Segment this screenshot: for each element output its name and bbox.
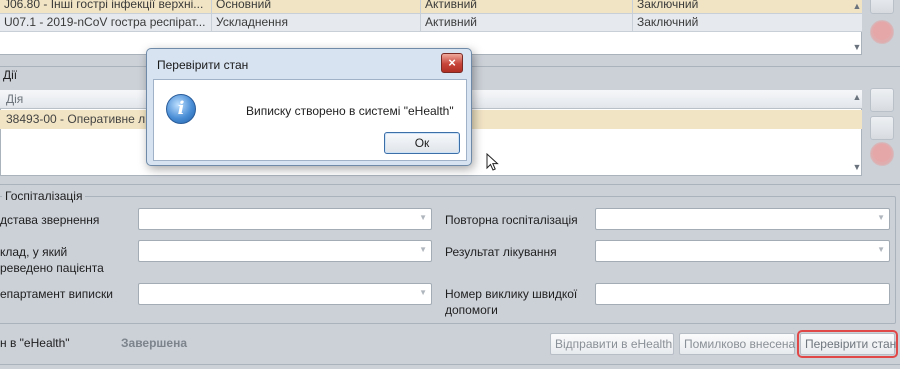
diagnosis-kind: Заключний <box>637 15 699 29</box>
check-status-dialog: Перевірити стан × i Виписку створено в с… <box>146 48 472 166</box>
reason-select[interactable]: ▼ <box>138 208 432 230</box>
repeat-hospitalization-label: Повторна госпіталізація <box>445 213 578 227</box>
scroll-up-icon[interactable]: ▲ <box>852 92 862 102</box>
discharge-department-select[interactable]: ▼ <box>138 283 432 305</box>
repeat-hospitalization-select[interactable]: ▼ <box>595 208 890 230</box>
dialog-body: i Виписку створено в системі "eHealth" О… <box>153 79 467 161</box>
mouse-cursor-icon <box>486 153 499 171</box>
diagnoses-grid: J06.80 - Інші гострі інфекції верхні... … <box>0 0 862 55</box>
hospitalization-group-title: Госпіталізація <box>2 189 86 203</box>
discharge-department-label: епартамент виписки <box>0 287 113 301</box>
dialog-title: Перевірити стан <box>157 58 249 72</box>
treatment-result-label: Результат лікування <box>445 245 557 259</box>
diagnosis-status: Активний <box>425 15 477 29</box>
reason-label: дстава звернення <box>0 213 100 227</box>
scroll-down-icon[interactable]: ▼ <box>852 42 862 52</box>
diagnosis-status: Активний <box>425 0 477 11</box>
diagnosis-type: Основний <box>216 0 272 11</box>
ambulance-call-label-line2: допомоги <box>445 303 498 317</box>
scroll-up-icon[interactable]: ▲ <box>852 1 862 11</box>
diagnosis-code: U07.1 - 2019-nCoV гостра респірат... <box>4 15 206 29</box>
department-transfer-label-line2: реведено пацієнта <box>0 261 104 275</box>
ok-button[interactable]: Ок <box>384 132 460 154</box>
mark-mistaken-button[interactable]: Помилково внесена <box>679 333 795 355</box>
ambulance-call-label: Номер виклику швидкої <box>445 287 578 301</box>
close-icon[interactable]: × <box>441 53 463 73</box>
chevron-down-icon: ▼ <box>419 245 427 254</box>
department-transfer-label: клад, у який <box>0 245 68 259</box>
add-document-icon[interactable] <box>870 88 894 112</box>
diagnosis-type: Ускладнення <box>216 15 288 29</box>
send-to-ehealth-button[interactable]: Відправити в eHealth <box>550 333 674 355</box>
edit-document-icon[interactable] <box>870 116 894 140</box>
chevron-down-icon: ▼ <box>419 213 427 222</box>
table-row[interactable]: U07.1 - 2019-nCoV гостра респірат... Уск… <box>0 14 862 32</box>
info-icon: i <box>166 94 196 124</box>
ehealth-status-label: н в "eHealth" <box>0 336 70 350</box>
scroll-down-icon[interactable]: ▼ <box>852 162 862 172</box>
treatment-result-select[interactable]: ▼ <box>595 240 890 262</box>
check-status-button[interactable]: Перевірити стан <box>797 330 898 358</box>
diagnosis-kind: Заключний <box>637 0 699 11</box>
department-transfer-select[interactable]: ▼ <box>138 240 432 262</box>
ambulance-call-input[interactable] <box>595 283 890 305</box>
delete-icon[interactable] <box>870 142 894 166</box>
edit-document-icon[interactable] <box>870 0 894 14</box>
dialog-message: Виписку створено в системі "eHealth" <box>246 104 454 118</box>
chevron-down-icon: ▼ <box>877 245 885 254</box>
diagnosis-code: J06.80 - Інші гострі інфекції верхні... <box>4 0 204 11</box>
actions-group-title: Дії <box>0 68 21 82</box>
chevron-down-icon: ▼ <box>419 288 427 297</box>
table-row[interactable]: J06.80 - Інші гострі інфекції верхні... … <box>0 0 862 14</box>
ehealth-status-value: Завершена <box>121 336 188 350</box>
chevron-down-icon: ▼ <box>877 213 885 222</box>
delete-icon[interactable] <box>870 20 894 44</box>
